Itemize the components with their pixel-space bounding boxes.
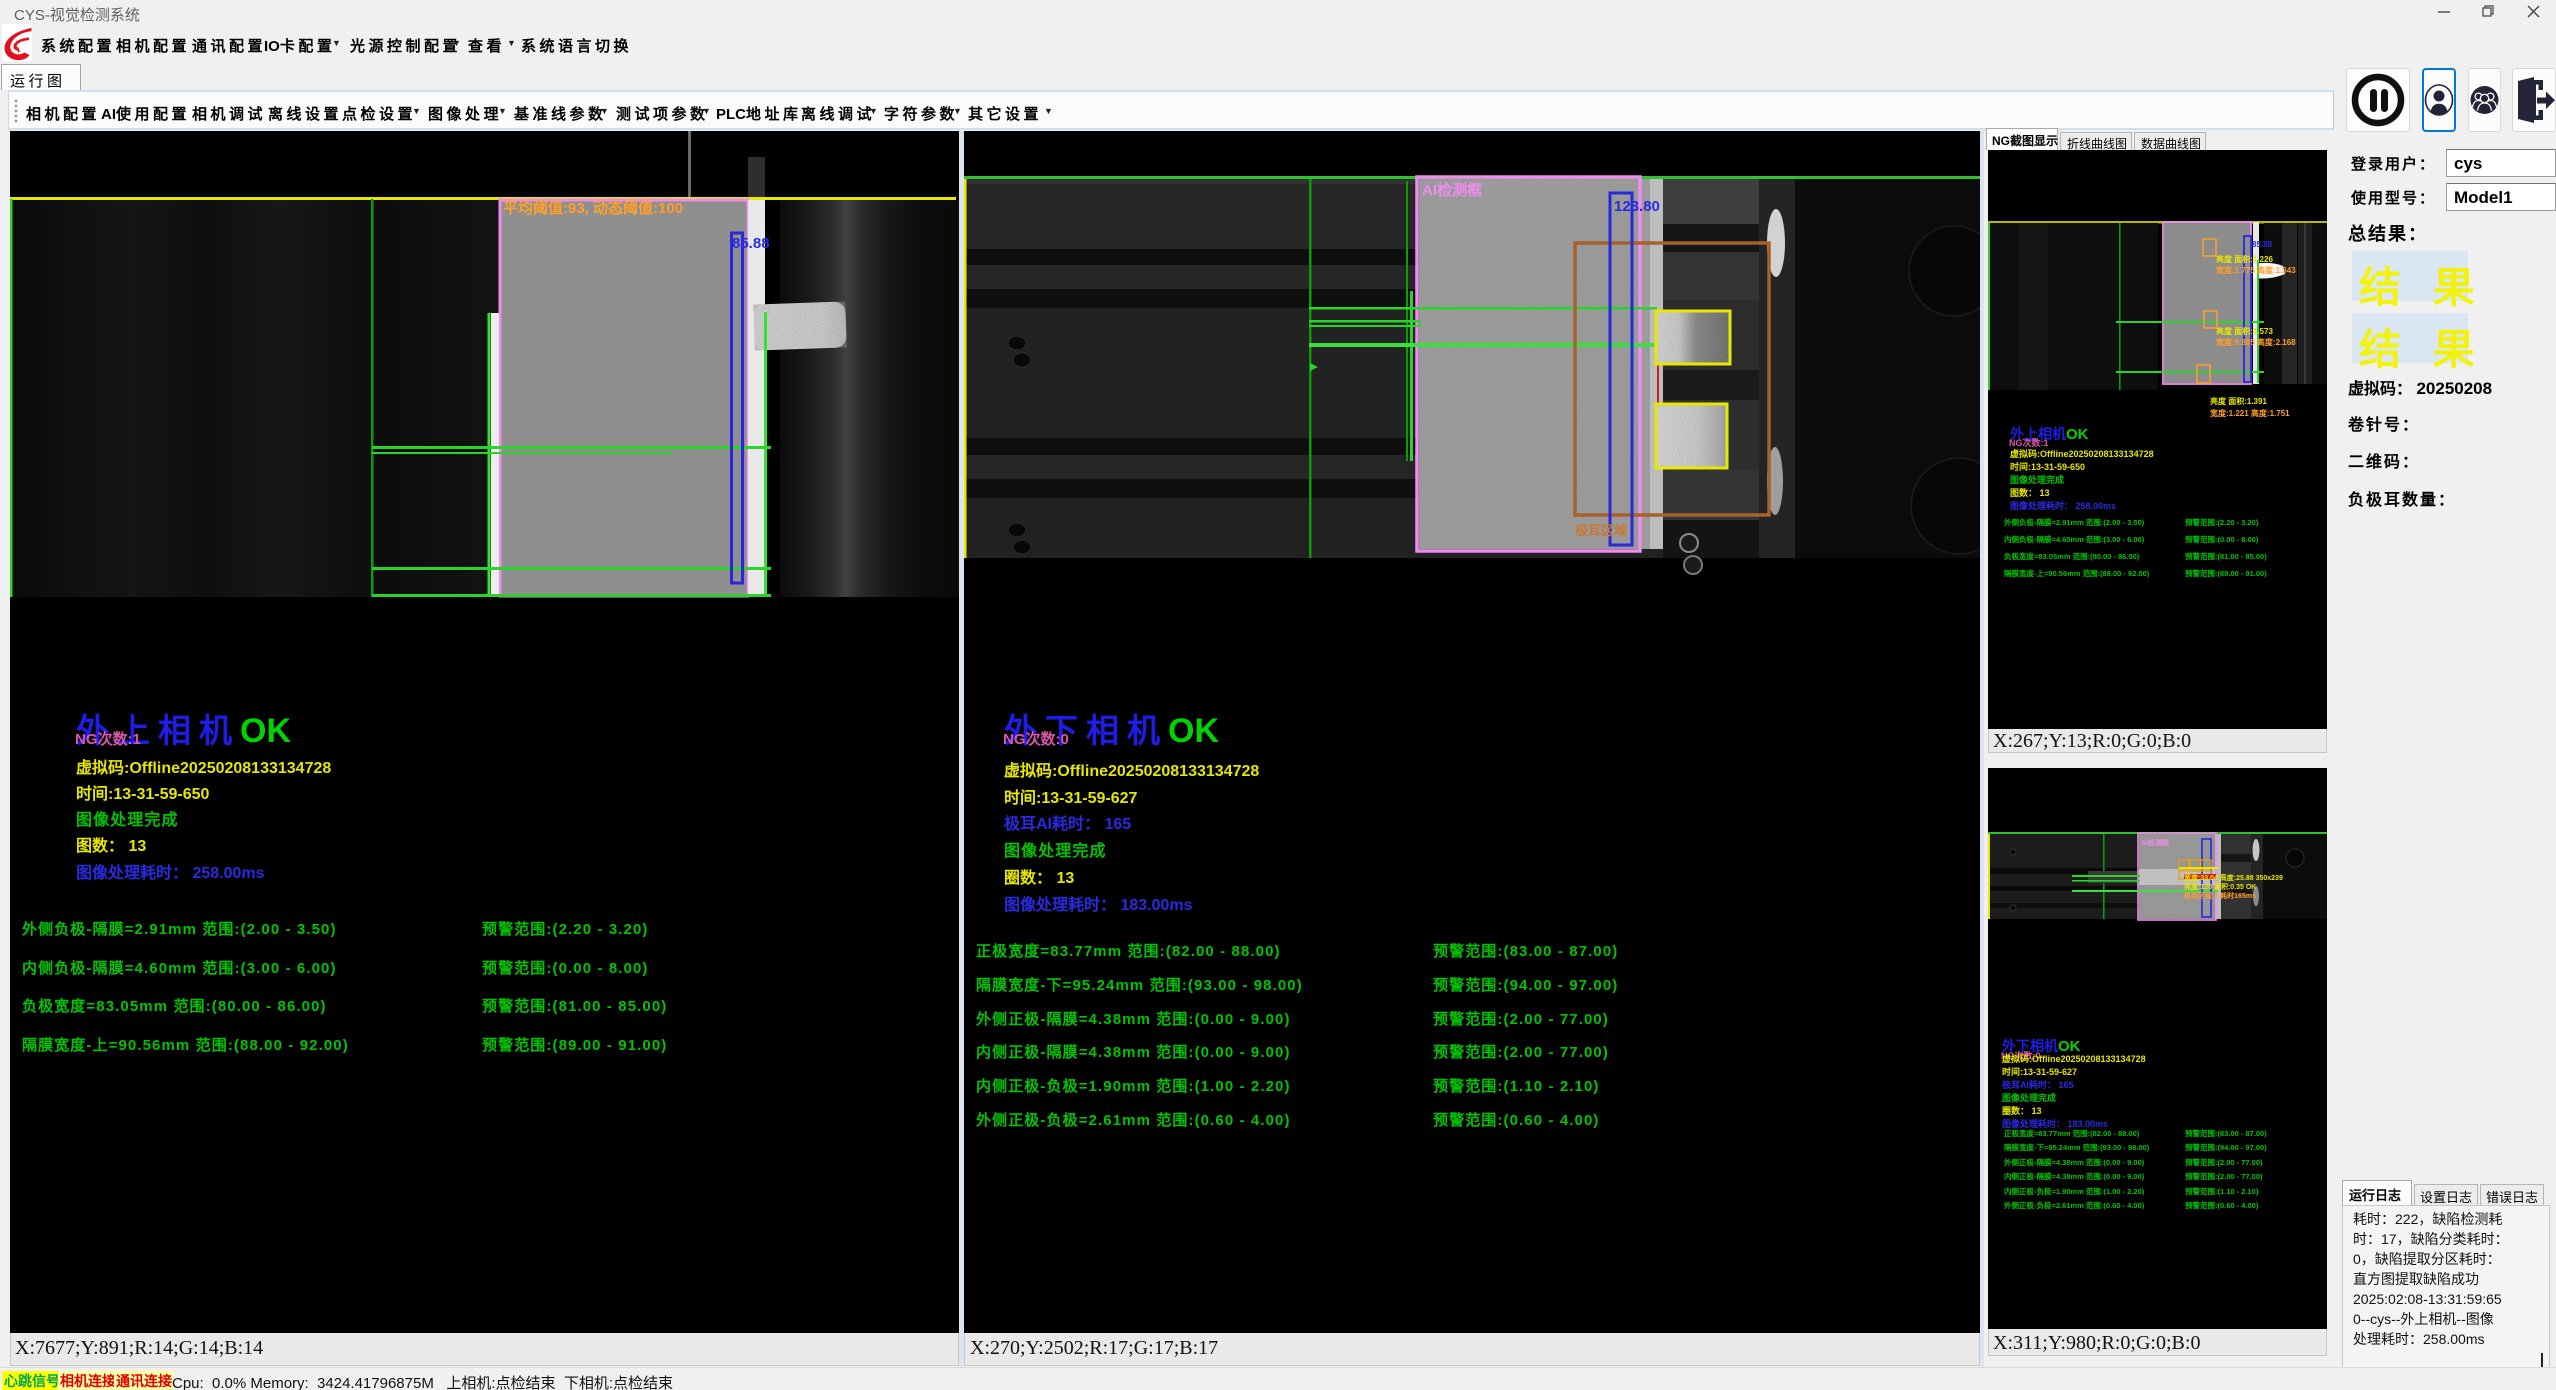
svg-text:85.88: 85.88 bbox=[2252, 240, 2273, 249]
svg-text:宽度:1.775 高度:1.343: 宽度:1.775 高度:1.343 bbox=[2215, 265, 2296, 275]
svg-text:亮度 面积:1.573: 亮度 面积:1.573 bbox=[2216, 326, 2273, 336]
svg-text:AI检测框: AI检测框 bbox=[1422, 181, 1482, 199]
svg-text:亮度 面积:1.391: 亮度 面积:1.391 bbox=[2210, 396, 2267, 406]
svg-text:AI检测框: AI检测框 bbox=[2141, 838, 2169, 847]
svg-text:亮度:120 面积:0.35 OK: 亮度:120 面积:0.35 OK bbox=[2184, 882, 2256, 891]
svg-text:123.80: 123.80 bbox=[1614, 198, 1660, 215]
svg-text:亮度 面积:1.226: 亮度 面积:1.226 bbox=[2216, 254, 2273, 264]
svg-text:极耳区域:2 耗时165ms: 极耳区域:2 耗时165ms bbox=[2184, 891, 2256, 900]
svg-text:宽度:1.221 高度:1.751: 宽度:1.221 高度:1.751 bbox=[2209, 408, 2290, 418]
svg-text:宽度:33.04 高度:25.88 350x239: 宽度:33.04 高度:25.88 350x239 bbox=[2183, 873, 2283, 882]
svg-text:85.88: 85.88 bbox=[732, 235, 770, 252]
svg-text:平均阈值:93, 动态阈值:100: 平均阈值:93, 动态阈值:100 bbox=[503, 199, 683, 217]
svg-text:极耳区域: 极耳区域 bbox=[1575, 523, 1627, 538]
svg-text:宽度:0.885 高度:2.168: 宽度:0.885 高度:2.168 bbox=[2215, 337, 2296, 347]
